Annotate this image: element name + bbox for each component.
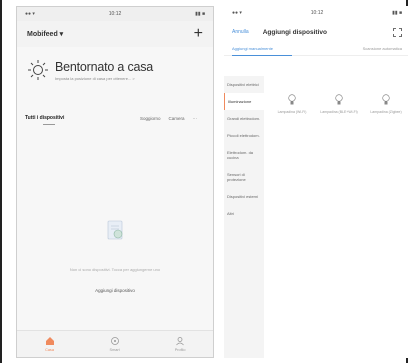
status-time-2: 10:12	[310, 10, 324, 16]
more-icon[interactable]: ···	[193, 116, 198, 121]
add-device-screen: ●● ▾ 10:12 ▮▮ ■ Annulla Aggiungi disposi…	[224, 6, 408, 358]
tab-smart-label: Smart	[109, 348, 120, 352]
category-item[interactable]: Piccoli elettrodom.	[224, 127, 264, 144]
tab-room-2[interactable]: Camera	[168, 116, 184, 121]
tab-profile-label: Profilo	[174, 348, 186, 352]
device-label: Lampadina (BLE+Wi-Fi)	[320, 110, 358, 114]
welcome-subtitle: Imposta la posizione di casa per ottener…	[55, 75, 135, 81]
device-label: Lampadina (Wi-Fi)	[277, 110, 307, 114]
status-right-2: ▮▮ ■	[392, 10, 402, 16]
scan-icon[interactable]	[393, 27, 402, 37]
device-card[interactable]: Lampadina (Wi-Fi)	[272, 94, 312, 115]
welcome-card[interactable]: Bentornato a casa Imposta la posizione d…	[27, 59, 203, 81]
tab-profile[interactable]: Profilo	[174, 336, 186, 352]
tab-all-devices[interactable]: Tutti i dispositivi	[25, 115, 64, 121]
sun-icon	[27, 59, 49, 81]
device-card[interactable]: Lampadina (BLE+Wi-Fi)	[319, 94, 359, 115]
device-grid: Lampadina (Wi-Fi) Lampadina (BLE+Wi-Fi) …	[272, 94, 406, 115]
device-label: Lampadina (Zigbee)	[370, 110, 402, 114]
room-tabs: Tutti i dispositivi Soggiorno Camera ···	[25, 115, 205, 121]
plus-icon[interactable]: +	[194, 26, 203, 42]
add-device-button[interactable]: Aggiungi dispositivo	[87, 286, 143, 295]
category-item[interactable]: Dispositivi esterni	[224, 188, 264, 205]
bulb-icon	[288, 94, 296, 105]
tab-room-1[interactable]: Soggiorno	[140, 116, 161, 121]
home-selector[interactable]: Mobifeed ▾	[27, 30, 63, 38]
status-left: ●● ▾	[25, 11, 35, 17]
status-bar: ●● ▾ 10:12 ▮▮ ■	[17, 7, 213, 21]
bulb-icon	[382, 94, 390, 105]
tab-home[interactable]: Casa	[45, 336, 55, 352]
category-item[interactable]: Sensori di protezione	[224, 166, 264, 188]
welcome-title: Bentornato a casa	[55, 59, 154, 74]
page-title: Aggiungi dispositivo	[262, 28, 327, 36]
tab-underline	[224, 55, 408, 56]
home-screen: ●● ▾ 10:12 ▮▮ ■ Mobifeed ▾ + Bentornato …	[16, 6, 214, 358]
cancel-button[interactable]: Annulla	[232, 29, 249, 35]
tab-indicator	[43, 124, 55, 125]
home-header: Mobifeed ▾ +	[17, 21, 213, 47]
category-item-active[interactable]: Illuminazione	[224, 93, 264, 110]
status-left-2: ●● ▾	[232, 10, 242, 16]
bulb-icon	[335, 94, 343, 105]
add-mode-tabs: Aggiungi manualmente Scansione automatic…	[224, 46, 408, 51]
empty-box-icon	[107, 220, 123, 240]
category-item[interactable]: Grandi elettrodom.	[224, 110, 264, 127]
category-item[interactable]: Altri	[224, 205, 264, 222]
smart-icon	[110, 337, 119, 345]
status-time: 10:12	[108, 11, 122, 17]
category-item[interactable]: Dispositivi elettrici	[224, 76, 264, 93]
bottom-tab-bar: Casa Smart Profilo	[17, 330, 213, 357]
empty-message: Non ci sono dispositivi. Tocca per aggiu…	[69, 267, 161, 272]
category-item[interactable]: Elettrodom. da cucina	[224, 144, 264, 166]
tab-smart[interactable]: Smart	[110, 336, 120, 352]
device-card[interactable]: Lampadina (Zigbee)	[366, 94, 406, 115]
screenshot-frame: ●● ▾ 10:12 ▮▮ ■ Mobifeed ▾ + Bentornato …	[0, 0, 408, 363]
status-right: ▮▮ ■	[195, 11, 205, 17]
tab-auto-scan[interactable]: Scansione automatica	[363, 46, 402, 51]
add-device-header: Annulla Aggiungi dispositivo	[224, 20, 408, 44]
status-bar-2: ●● ▾ 10:12 ▮▮ ■	[224, 6, 408, 20]
profile-icon	[176, 337, 184, 346]
home-icon	[45, 337, 54, 345]
tab-home-label: Casa	[45, 348, 54, 352]
tab-manual[interactable]: Aggiungi manualmente	[232, 46, 273, 51]
empty-state: Non ci sono dispositivi. Tocca per aggiu…	[17, 215, 213, 295]
category-sidebar: Dispositivi elettrici Illuminazione Gran…	[224, 76, 264, 358]
